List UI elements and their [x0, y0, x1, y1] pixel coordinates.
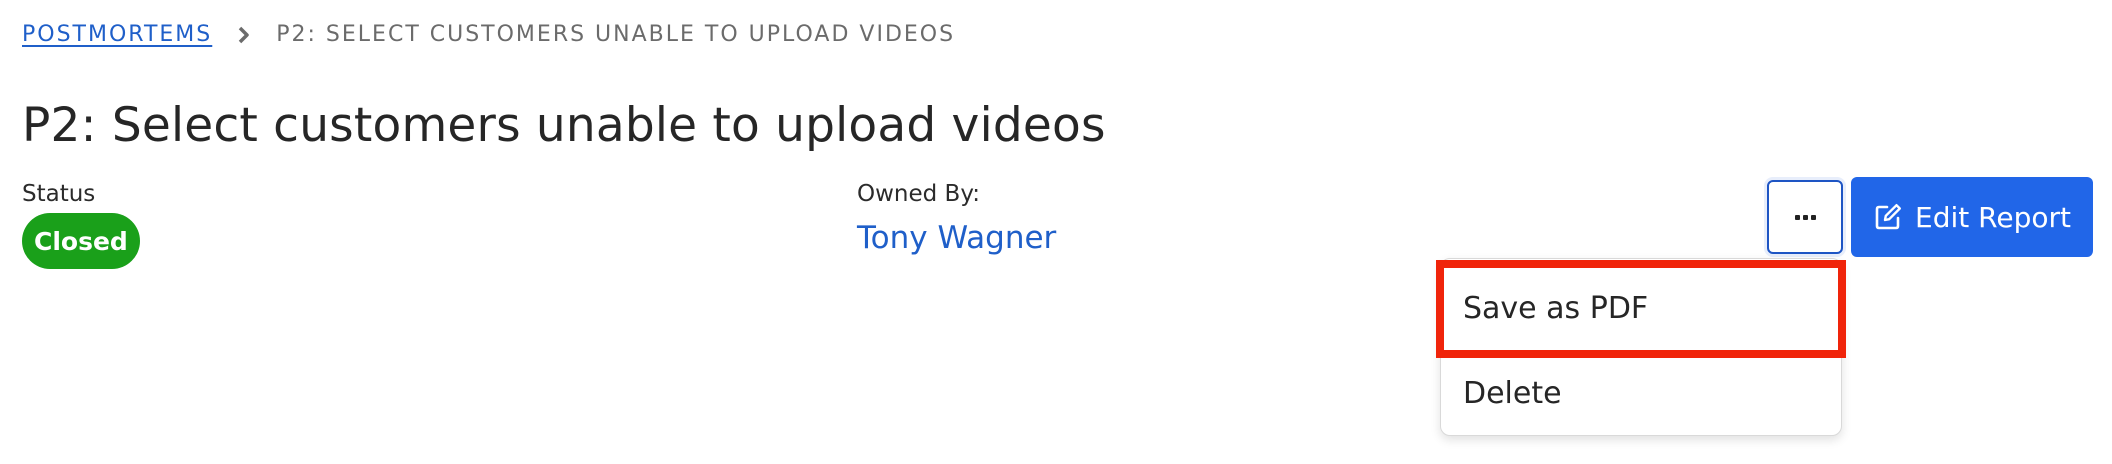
actions-dropdown-menu: Save as PDF Delete: [1440, 258, 1842, 436]
edit-report-button[interactable]: Edit Report: [1851, 177, 2093, 257]
chevron-right-icon: [234, 25, 254, 45]
breadcrumb: POSTMORTEMS P2: SELECT CUSTOMERS UNABLE …: [22, 22, 955, 47]
more-actions-button[interactable]: [1767, 180, 1843, 254]
breadcrumb-postmortems-link[interactable]: POSTMORTEMS: [22, 22, 212, 47]
ellipsis-icon: [1794, 214, 1816, 220]
status-badge: Closed: [22, 213, 140, 269]
edit-icon: [1873, 202, 1903, 232]
page-title: P2: Select customers unable to upload vi…: [22, 98, 1106, 153]
menu-item-save-as-pdf[interactable]: Save as PDF: [1441, 259, 1841, 357]
status-label: Status: [22, 181, 96, 207]
owner-label: Owned By:: [857, 181, 981, 207]
menu-item-delete[interactable]: Delete: [1441, 357, 1841, 429]
breadcrumb-current: P2: SELECT CUSTOMERS UNABLE TO UPLOAD VI…: [276, 22, 956, 47]
postmortem-page: POSTMORTEMS P2: SELECT CUSTOMERS UNABLE …: [0, 0, 2112, 464]
edit-report-label: Edit Report: [1915, 200, 2071, 234]
owner-link[interactable]: Tony Wagner: [857, 220, 1056, 256]
